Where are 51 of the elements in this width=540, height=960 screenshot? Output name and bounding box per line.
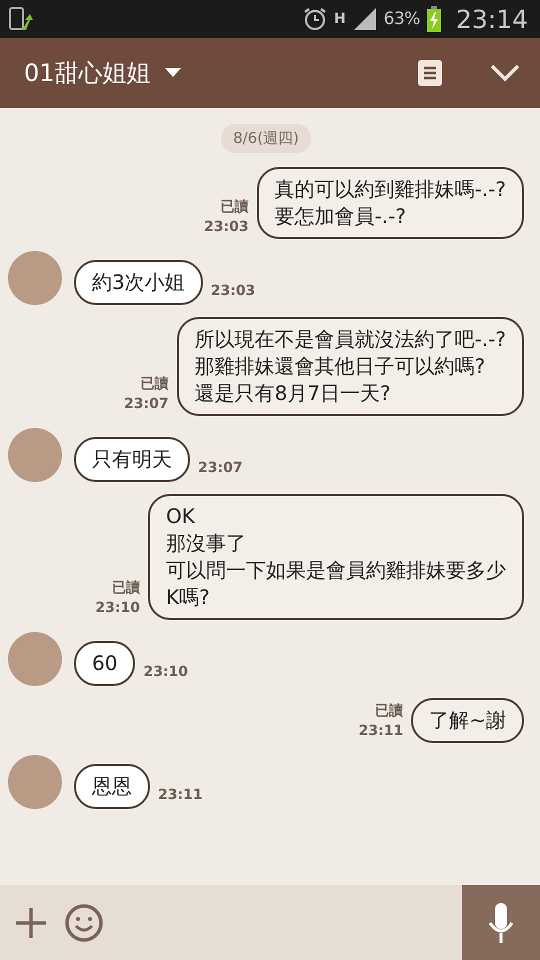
message-text: K嗎? (166, 584, 210, 611)
phone-upload-icon (8, 6, 34, 32)
chevron-down-icon (490, 64, 520, 82)
chat-title: 01甜心姐姐 (24, 58, 151, 89)
status-time: 23:14 (456, 4, 528, 34)
battery-charging-icon (426, 6, 442, 32)
voice-button[interactable] (462, 885, 540, 960)
message-text: 真的可以約到雞排妹嗎-.-? (274, 176, 506, 203)
avatar[interactable] (8, 632, 62, 686)
signal-icon (352, 8, 378, 30)
notes-button[interactable] (418, 60, 442, 86)
message-time: 23:10 (143, 664, 188, 682)
avatar[interactable] (8, 428, 62, 482)
message-text: OK (166, 503, 195, 530)
alarm-clock-icon (302, 6, 328, 32)
document-icon (418, 60, 442, 86)
caret-icon (164, 68, 181, 78)
read-receipt: 已讀 (112, 579, 140, 598)
read-receipt: 已讀 (375, 702, 404, 721)
message-text: 可以問一下如果是會員約雞排妹要多少 (166, 557, 506, 584)
message-text: 那雞排妹還會其他日子可以約嗎? (194, 353, 486, 380)
read-receipt: 已讀 (220, 198, 249, 217)
message-text: 所以現在不是會員就沒法約了吧-.-? (194, 326, 506, 353)
message-time: 23:11 (158, 787, 203, 805)
message-text: 那沒事了 (166, 530, 246, 557)
collapse-button[interactable] (490, 64, 520, 82)
microphone-icon (487, 902, 515, 942)
avatar[interactable] (8, 251, 62, 305)
read-receipt: 已讀 (140, 375, 169, 394)
message-text: 還是只有8月7日一天? (194, 380, 391, 407)
message-text: 要怎加會員-.-? (274, 203, 406, 230)
message-time: 23:10 (95, 599, 140, 618)
message-text: 恩恩 (92, 773, 132, 800)
smiley-icon (64, 902, 104, 942)
network-type-label: H (334, 11, 346, 27)
date-separator: 8/6(週四) (221, 124, 311, 153)
message-text: 了解~謝 (429, 707, 506, 734)
add-button[interactable] (14, 906, 48, 940)
message-time: 23:11 (358, 722, 404, 741)
message-time: 23:07 (198, 460, 243, 478)
avatar[interactable] (8, 755, 62, 809)
message-time: 23:03 (204, 218, 249, 237)
message-time: 23:07 (124, 395, 169, 414)
plus-icon (14, 906, 48, 940)
message-text: 約3次小姐 (92, 269, 185, 296)
battery-percentage: 63% (384, 9, 420, 29)
dropdown-button[interactable] (164, 68, 181, 78)
message-text: 60 (92, 650, 118, 677)
message-text: 只有明天 (92, 446, 172, 473)
message-time: 23:03 (210, 283, 256, 301)
emoji-button[interactable] (64, 902, 104, 942)
